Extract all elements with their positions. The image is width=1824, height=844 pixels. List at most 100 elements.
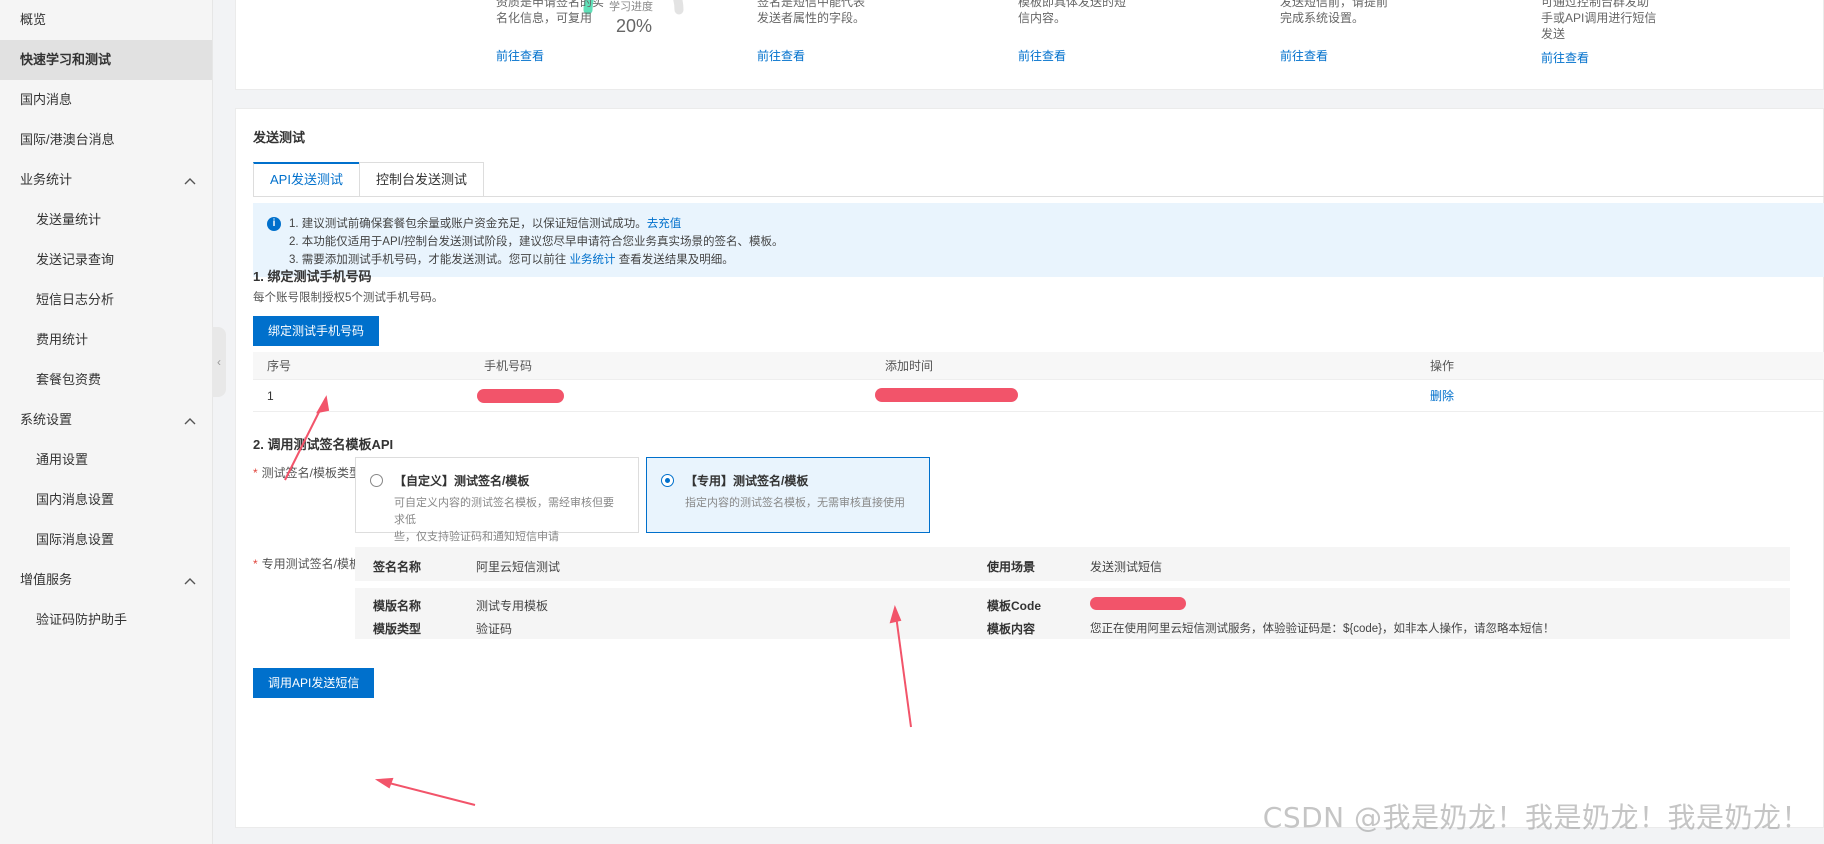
sidebar-item-send-volume[interactable]: 发送量统计 — [0, 200, 212, 240]
option-title: 【专用】测试签名/模板 — [685, 474, 809, 488]
type-label: * 测试签名/模板类型 — [253, 464, 361, 481]
option-desc: 指定内容的测试签名模板，无需审核直接使用 — [685, 497, 905, 509]
sidebar-item-international-settings[interactable]: 国际消息设置 — [0, 520, 212, 560]
option-desc-line: 些，仅支持验证码和通知短信申请 — [394, 531, 559, 543]
tab-api-test[interactable]: API发送测试 — [253, 162, 360, 197]
step-desc: 签名是短信中能代表 — [757, 0, 866, 9]
sidebar-item-label: 发送记录查询 — [36, 252, 115, 267]
template-label: * 专用测试签名/模板 — [253, 555, 361, 572]
tabs-divider — [253, 196, 1824, 197]
step-qualification: 资质是申请签名的实 名化信息，可复用 前往查看 — [496, 0, 604, 63]
sidebar-item-label: 通用设置 — [36, 452, 89, 467]
step-link[interactable]: 前往查看 — [1280, 48, 1328, 64]
row-index: 1 — [267, 389, 274, 403]
step-template: 模板即具体发送的短 信内容。 前往查看 — [1018, 0, 1127, 63]
chevron-left-icon: ‹ — [217, 355, 221, 369]
sidebar-item-label: 国内消息设置 — [36, 492, 115, 507]
sidebar-item-send-records[interactable]: 发送记录查询 — [0, 240, 212, 280]
sidebar-item-international[interactable]: 国际/港澳台消息 — [0, 120, 212, 160]
sidebar-item-overview[interactable]: 概览 — [0, 0, 212, 40]
step-link[interactable]: 前往查看 — [1018, 48, 1066, 64]
step-link[interactable]: 前往查看 — [496, 48, 544, 64]
notice-line-2: 2. 本功能仅适用于API/控制台发送测试阶段，建议您尽早申请符合您业务真实场景… — [289, 236, 784, 248]
step-system-settings: 发送短信前，请提前 完成系统设置。 前往查看 — [1280, 0, 1389, 63]
radio-custom[interactable] — [370, 474, 383, 487]
tpl-content-value: 您正在使用阿里云短信测试服务，体验验证码是：${code}，如非本人操作，请忽略… — [1090, 623, 1555, 635]
tpl-code-label: 模板Code — [987, 599, 1042, 613]
learning-steps-card: 学习进度 20% 资质是申请签名的实 名化信息，可复用 前往查看 签名是短信中能… — [235, 0, 1824, 90]
option-dedicated[interactable]: 【专用】测试签名/模板 指定内容的测试签名模板，无需审核直接使用 — [646, 457, 930, 533]
sidebar-item-label: 验证码防护助手 — [36, 612, 128, 627]
chevron-up-icon — [184, 160, 196, 200]
notice-text: 1. 建议测试前确保套餐包余量或账户资金充足，以保证短信测试成功。 — [289, 218, 647, 230]
info-icon: i — [267, 217, 281, 231]
sidebar: 概览 快速学习和测试 国内消息 国际/港澳台消息 业务统计 发送量统计 发送记录… — [0, 0, 213, 844]
sidebar-group-value-added[interactable]: 增值服务 — [0, 560, 212, 600]
sidebar-item-captcha-guard[interactable]: 验证码防护助手 — [0, 600, 212, 640]
col-actions: 操作 — [1430, 359, 1455, 373]
sidebar-item-log-analysis[interactable]: 短信日志分析 — [0, 280, 212, 320]
section-title: 发送测试 — [253, 130, 306, 145]
bind-phone-button[interactable]: 绑定测试手机号码 — [253, 316, 380, 346]
step-desc: 发送者属性的字段。 — [757, 11, 866, 25]
sidebar-group-business-stats[interactable]: 业务统计 — [0, 160, 212, 200]
sidebar-item-general-settings[interactable]: 通用设置 — [0, 440, 212, 480]
notice-line-1: 1. 建议测试前确保套餐包余量或账户资金充足，以保证短信测试成功。去充值 — [289, 215, 1824, 233]
phone-table: 序号 手机号码 添加时间 操作 1 删除 — [253, 352, 1824, 412]
sidebar-item-label: 国际消息设置 — [36, 532, 115, 547]
sidebar-group-system-settings[interactable]: 系统设置 — [0, 400, 212, 440]
redacted-time — [875, 388, 1018, 402]
step-desc: 可通过控制台群发助 — [1541, 0, 1650, 9]
sidebar-item-label: 国内消息 — [20, 92, 73, 107]
sign-name-value: 阿里云短信测试 — [476, 560, 561, 574]
option-desc: 可自定义内容的测试签名模板，需经审核但要求低些，仅支持验证码和通知短信申请 — [394, 495, 622, 546]
notice-text: 查看发送结果及明细。 — [618, 254, 734, 266]
option-custom[interactable]: 【自定义】测试签名/模板 可自定义内容的测试签名模板，需经审核但要求低些，仅支持… — [355, 457, 639, 543]
required-mark: * — [253, 466, 258, 480]
option-desc-line: 可自定义内容的测试签名模板，需经审核但要求低 — [394, 497, 614, 526]
info-divider — [355, 581, 1790, 588]
tpl-type-label: 模版类型 — [373, 622, 422, 636]
col-added-time: 添加时间 — [885, 359, 934, 373]
required-mark: * — [253, 557, 258, 571]
step-link[interactable]: 前往查看 — [1541, 50, 1589, 66]
step-desc: 名化信息，可复用 — [496, 11, 593, 25]
step-desc: 信内容。 — [1018, 11, 1067, 25]
notice-line-3: 3. 需要添加测试手机号码，才能发送测试。您可以前往 业务统计 查看发送结果及明… — [289, 251, 1824, 269]
sidebar-item-domestic-settings[interactable]: 国内消息设置 — [0, 480, 212, 520]
tab-console-test[interactable]: 控制台发送测试 — [358, 162, 484, 197]
redacted-phone — [477, 389, 564, 403]
send-test-card: 发送测试 API发送测试 控制台发送测试 i 1. 建议测试前确保套餐包余量或账… — [235, 108, 1824, 828]
sidebar-item-domestic[interactable]: 国内消息 — [0, 80, 212, 120]
tpl-name-value: 测试专用模板 — [476, 599, 549, 613]
step-desc: 发送短信前，请提前 — [1280, 0, 1389, 9]
sidebar-item-package-pricing[interactable]: 套餐包资费 — [0, 360, 212, 400]
scene-value: 发送测试短信 — [1090, 560, 1163, 574]
redacted-tpl-code — [1090, 597, 1186, 610]
option-title: 【自定义】测试签名/模板 — [394, 474, 530, 488]
step-link[interactable]: 前往查看 — [757, 48, 805, 64]
recharge-link[interactable]: 去充值 — [647, 218, 682, 230]
tpl-type-value: 验证码 — [476, 622, 513, 636]
sidebar-item-label: 套餐包资费 — [36, 372, 102, 387]
step-desc: 完成系统设置。 — [1280, 11, 1365, 25]
chevron-up-icon — [184, 560, 196, 600]
step-signature: 签名是短信中能代表 发送者属性的字段。 前往查看 — [757, 0, 866, 63]
business-stats-link[interactable]: 业务统计 — [570, 254, 616, 266]
test-tabs: API发送测试 控制台发送测试 — [253, 162, 484, 197]
step-desc: 模板即具体发送的短 — [1018, 0, 1127, 9]
sidebar-collapse-handle[interactable]: ‹ — [212, 327, 226, 397]
step2-title: 2. 调用测试签名模板API — [253, 437, 394, 452]
template-info-grid: 签名名称 阿里云短信测试 使用场景 发送测试短信 模版名称 测试专用模板 模板C… — [355, 547, 1790, 639]
sidebar-item-cost-stats[interactable]: 费用统计 — [0, 320, 212, 360]
delete-link[interactable]: 删除 — [1430, 380, 1454, 412]
radio-dedicated[interactable] — [661, 474, 674, 487]
send-api-sms-button[interactable]: 调用API发送短信 — [253, 668, 375, 698]
template-label-text: 专用测试签名/模板 — [261, 557, 362, 571]
sidebar-item-label: 概览 — [20, 12, 47, 27]
progress-label: 学习进度 — [609, 1, 653, 13]
sidebar-item-label: 系统设置 — [20, 412, 73, 427]
sidebar-item-quick-learn[interactable]: 快速学习和测试 — [0, 40, 212, 80]
step1-title: 1. 绑定测试手机号码 — [253, 269, 372, 284]
col-phone: 手机号码 — [484, 359, 533, 373]
